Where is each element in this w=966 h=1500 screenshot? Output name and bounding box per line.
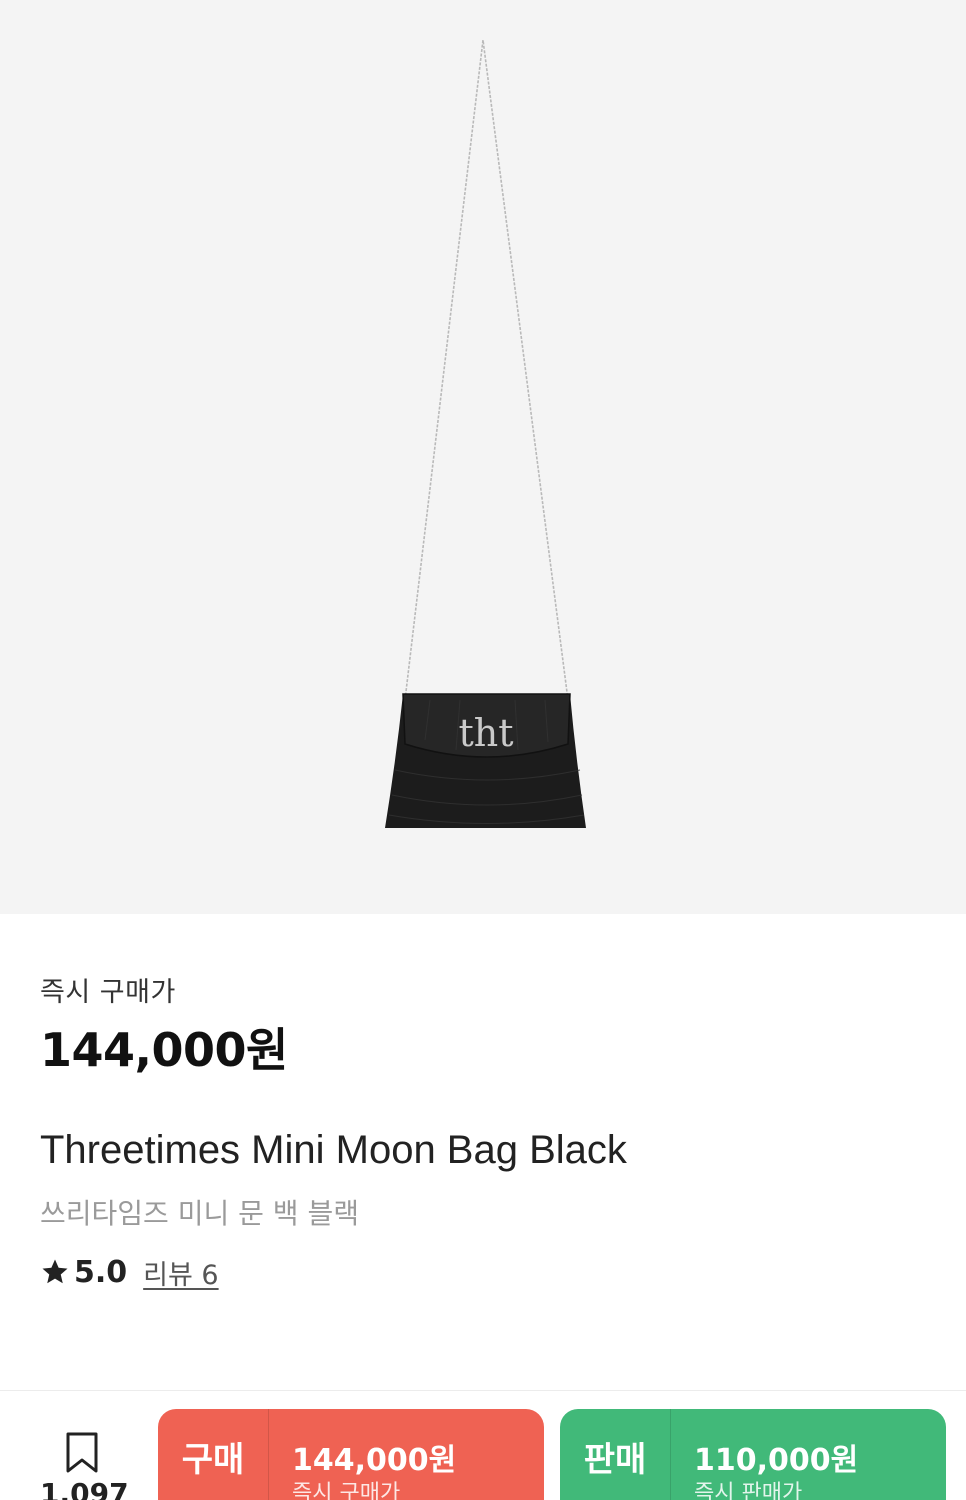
sell-button[interactable]: 판매 110,000원 즉시 판매가 [560, 1409, 946, 1500]
sell-price: 110,000원 [694, 1443, 859, 1478]
buy-sub-label: 즉시 구매가 [292, 1481, 401, 1500]
buy-button[interactable]: 구매 144,000원 즉시 구매가 [158, 1409, 544, 1500]
bag-logo: tht [458, 711, 513, 755]
product-info: 즉시 구매가 144,000원 Threetimes Mini Moon Bag… [0, 914, 966, 1390]
sell-label: 판매 [583, 1439, 647, 1480]
rating-row: 5.0 리뷰 6 [40, 1253, 219, 1292]
sell-sub-label: 즉시 판매가 [694, 1481, 803, 1500]
wish-count: 1,097 [40, 1477, 129, 1500]
product-name-en: Threetimes Mini Moon Bag Black [40, 1128, 627, 1172]
buy-price: 144,000원 [292, 1443, 457, 1478]
buy-divider [268, 1409, 269, 1500]
bottom-action-bar: 1,097 구매 144,000원 즉시 구매가 판매 110,000원 즉시 … [0, 1390, 966, 1500]
chain-strap [404, 39, 569, 701]
sell-divider [670, 1409, 671, 1500]
rating-value: 5.0 [74, 1254, 128, 1290]
bookmark-icon [66, 1432, 98, 1473]
star-icon [40, 1257, 70, 1287]
price-value: 144,000원 [40, 1023, 288, 1077]
wish-button[interactable]: 1,097 [40, 1431, 129, 1500]
review-link[interactable]: 리뷰 6 [143, 1253, 218, 1292]
buy-label: 구매 [181, 1439, 245, 1480]
product-image[interactable]: tht [0, 0, 966, 914]
bag-illustration: tht [385, 39, 586, 828]
product-name-ko: 쓰리타임즈 미니 문 백 블랙 [40, 1197, 359, 1230]
price-label: 즉시 구매가 [40, 977, 176, 1008]
